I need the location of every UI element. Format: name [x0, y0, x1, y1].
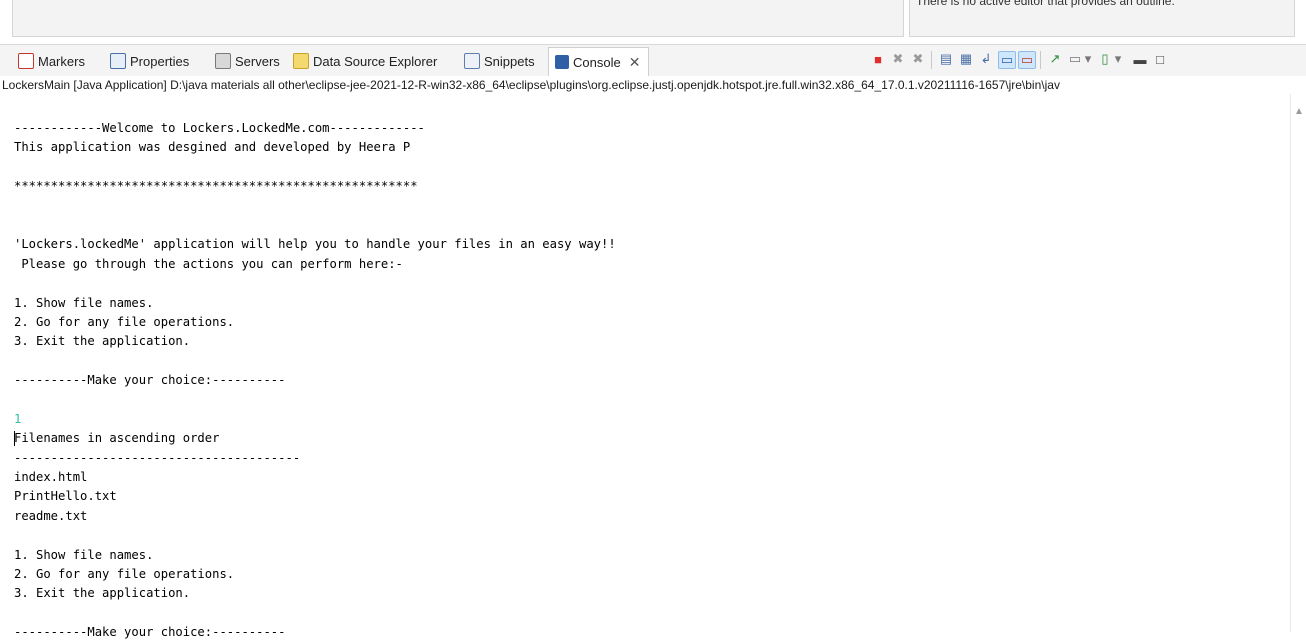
properties-icon — [110, 53, 126, 69]
minimize-icon[interactable]: ▬ — [1132, 51, 1148, 67]
tab-snippets[interactable]: Snippets — [464, 49, 535, 73]
console-line: 2. Go for any file operations. — [14, 566, 235, 581]
chevron-down-icon[interactable]: ▾ — [1083, 51, 1093, 67]
console-line: 3. Exit the application. — [14, 334, 191, 349]
view-tabs-bar: Markers Properties Servers Data Source E… — [0, 44, 1306, 77]
editor-area-panel — [12, 0, 904, 37]
terminate-icon[interactable]: ■ — [870, 51, 886, 67]
console-line: index.html — [14, 470, 88, 485]
console-line: readme.txt — [14, 508, 88, 523]
console-text[interactable]: ------------Welcome to Lockers.LockedMe.… — [14, 119, 616, 643]
remove-all-terminated-icon[interactable]: ✖ — [910, 51, 926, 67]
tab-label: Console — [573, 54, 621, 70]
data-source-icon — [293, 53, 309, 69]
console-line: ------------Welcome to Lockers.LockedMe.… — [14, 121, 425, 135]
close-icon[interactable]: ✕ — [629, 54, 641, 71]
console-line: ----------Make your choice:---------- — [14, 373, 286, 388]
console-line: ----------Make your choice:---------- — [14, 625, 286, 640]
console-line: 3. Exit the application. — [14, 586, 191, 601]
snippets-icon — [464, 53, 480, 69]
console-icon — [555, 55, 569, 69]
remove-launch-icon[interactable]: ✖ — [890, 51, 906, 67]
console-line: Please go through the actions you can pe… — [14, 256, 403, 271]
console-line: --------------------------------------- — [14, 450, 301, 465]
tab-label: Data Source Explorer — [313, 53, 438, 69]
scroll-up-icon[interactable]: ▲ — [1294, 106, 1304, 117]
pin-console-icon[interactable]: ↗ — [1047, 51, 1063, 67]
console-line: 2. Go for any file operations. — [14, 314, 235, 329]
chevron-down-icon[interactable]: ▾ — [1113, 51, 1123, 67]
top-panels: There is no active editor that provides … — [0, 0, 1306, 44]
show-stderr-icon[interactable]: ▭ — [1018, 51, 1036, 69]
markers-icon — [18, 53, 34, 69]
toolbar-separator — [1040, 51, 1041, 69]
launch-path: LockersMain [Java Application] D:\java m… — [0, 76, 1306, 95]
tab-properties[interactable]: Properties — [110, 49, 189, 73]
console-input-line: 1 — [14, 411, 22, 426]
tab-label: Snippets — [484, 53, 535, 69]
clear-console-icon[interactable]: ▤ — [938, 51, 954, 67]
tab-servers[interactable]: Servers — [215, 49, 280, 73]
tab-label: Servers — [235, 53, 280, 69]
console-output[interactable]: ------------Welcome to Lockers.LockedMe.… — [0, 94, 1290, 639]
console-line: 1. Show file names. — [14, 295, 154, 310]
word-wrap-icon[interactable]: ↲ — [978, 51, 994, 67]
outline-panel: There is no active editor that provides … — [909, 0, 1295, 37]
display-selected-console-icon[interactable]: ▭ — [1067, 51, 1083, 67]
tab-data-source-explorer[interactable]: Data Source Explorer — [293, 49, 437, 73]
maximize-icon[interactable]: □ — [1152, 51, 1168, 67]
tab-label: Properties — [130, 53, 190, 69]
console-line: ****************************************… — [14, 179, 418, 194]
show-stdout-icon[interactable]: ▭ — [998, 51, 1016, 69]
console-line: Filenames in ascending order — [14, 431, 220, 446]
tab-label: Markers — [38, 53, 85, 69]
outline-message: There is no active editor that provides … — [916, 0, 1175, 8]
scroll-lock-icon[interactable]: ▦ — [958, 51, 974, 67]
console-line: This application was desgined and develo… — [14, 140, 411, 155]
vertical-scrollbar[interactable]: ▲ — [1290, 94, 1306, 632]
tab-console[interactable]: Console ✕ — [548, 47, 650, 76]
open-console-icon[interactable]: ▯ — [1097, 51, 1113, 67]
console-line: 'Lockers.lockedMe' application will help… — [14, 237, 616, 252]
text-caret — [14, 431, 15, 447]
console-line: PrintHello.txt — [14, 489, 117, 504]
toolbar-separator — [931, 51, 932, 69]
servers-icon — [215, 53, 231, 69]
console-line: 1. Show file names. — [14, 547, 154, 562]
tab-markers[interactable]: Markers — [18, 49, 85, 73]
